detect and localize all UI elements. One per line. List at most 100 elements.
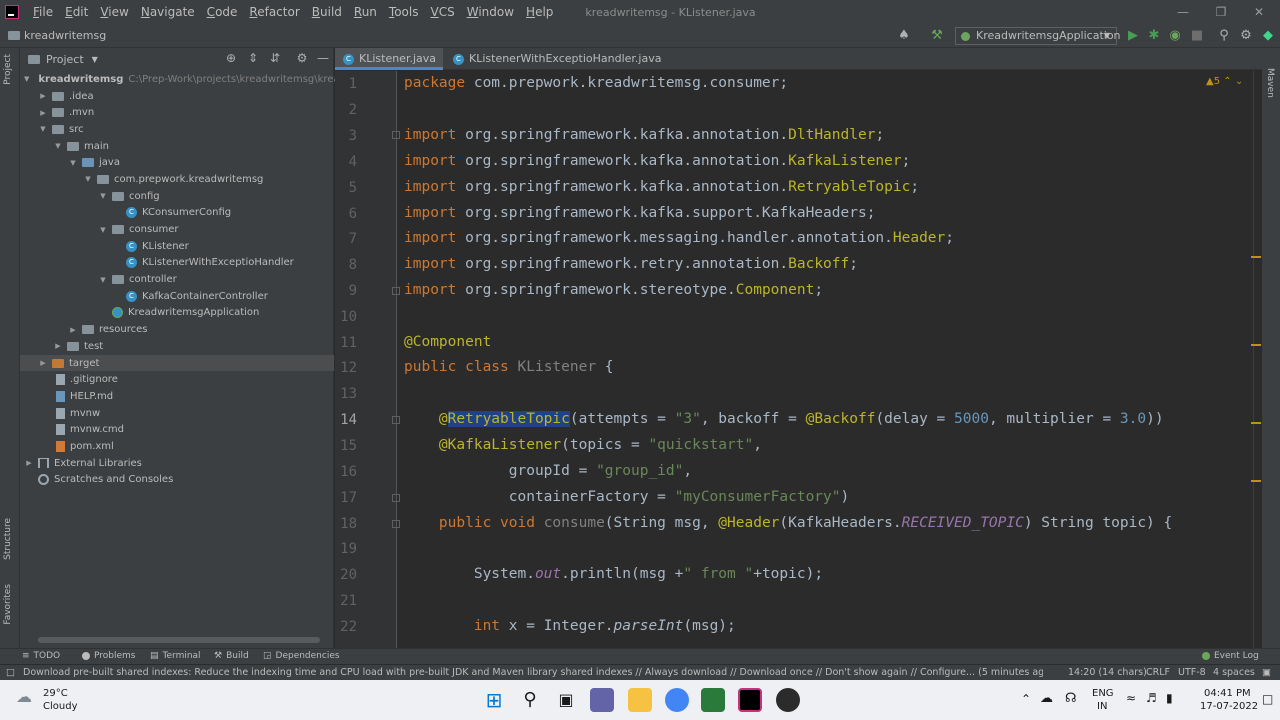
fold-marker-icon[interactable] bbox=[392, 416, 400, 424]
project-tool-tab[interactable]: Project bbox=[3, 54, 13, 85]
tree-item-application[interactable]: KreadwritemsgApplication bbox=[20, 305, 334, 322]
tree-item-mvnw[interactable]: mvnw bbox=[20, 405, 334, 422]
run-configuration-select[interactable]: KreadwritemsgApplication ▼ bbox=[955, 27, 1121, 45]
gear-icon[interactable]: ⚙ bbox=[295, 51, 309, 65]
terminal-app-icon[interactable] bbox=[701, 688, 725, 712]
collapsed-arrow-icon[interactable]: ▶ bbox=[38, 109, 48, 117]
coverage-icon[interactable]: ◉ bbox=[1167, 28, 1183, 44]
expanded-arrow-icon[interactable]: ▼ bbox=[83, 175, 93, 183]
expanded-arrow-icon[interactable]: ▼ bbox=[68, 159, 78, 167]
teams-chat-icon[interactable] bbox=[590, 688, 614, 712]
tree-item-config[interactable]: ▼ config bbox=[20, 188, 334, 205]
tree-item-kafkacontainercontroller[interactable]: C KafkaContainerController bbox=[20, 288, 334, 305]
microphone-icon[interactable]: ☊ bbox=[1065, 691, 1077, 706]
tree-item-external-libraries[interactable]: ▶ External Libraries bbox=[20, 455, 334, 472]
menu-tools[interactable]: Tools bbox=[383, 0, 425, 24]
maven-tool-tab[interactable]: Maven bbox=[1265, 68, 1275, 98]
notification-icon[interactable]: □ bbox=[1262, 692, 1273, 706]
collapsed-arrow-icon[interactable]: ▶ bbox=[38, 359, 48, 367]
chevron-down-icon[interactable]: ▼ bbox=[92, 55, 98, 64]
onedrive-cloud-icon[interactable]: ☁ bbox=[1040, 691, 1053, 706]
expanded-arrow-icon[interactable]: ▼ bbox=[98, 226, 108, 234]
todo-tab[interactable]: ≡ TODO bbox=[22, 651, 60, 661]
weather-description[interactable]: Cloudy bbox=[43, 701, 77, 712]
clock-time[interactable]: 04:41 PM bbox=[1204, 688, 1251, 699]
lock-icon[interactable]: ▣ bbox=[1262, 667, 1271, 678]
structure-tool-tab[interactable]: Structure bbox=[3, 518, 13, 560]
tree-item-java[interactable]: ▼ java bbox=[20, 154, 334, 171]
chevron-up-icon[interactable]: ⌃ bbox=[1021, 692, 1031, 706]
menu-vcs[interactable]: VCS bbox=[425, 0, 461, 24]
warning-marker[interactable] bbox=[1251, 256, 1261, 258]
menu-refactor[interactable]: Refactor bbox=[243, 0, 305, 24]
settings-gear-icon[interactable]: ⚙ bbox=[1238, 28, 1254, 44]
user-icon[interactable]: ♠ bbox=[896, 28, 912, 44]
tree-item-package[interactable]: ▼ com.prepwork.kreadwritemsg bbox=[20, 171, 334, 188]
warning-marker[interactable] bbox=[1251, 480, 1261, 482]
warning-marker[interactable] bbox=[1251, 422, 1261, 424]
wifi-icon[interactable]: ≈ bbox=[1126, 691, 1136, 705]
file-explorer-icon[interactable] bbox=[628, 688, 652, 712]
menu-build[interactable]: Build bbox=[306, 0, 348, 24]
menu-run[interactable]: Run bbox=[348, 0, 383, 24]
indent-setting[interactable]: 4 spaces bbox=[1213, 667, 1255, 678]
tree-item-test[interactable]: ▶ test bbox=[20, 338, 334, 355]
clock-date[interactable]: 17-07-2022 bbox=[1200, 701, 1258, 712]
tree-item-klistenerwithexceptiohandler[interactable]: C KListenerWithExceptioHandler bbox=[20, 255, 334, 272]
stop-icon[interactable]: ■ bbox=[1189, 28, 1205, 44]
maximize-icon[interactable]: ❐ bbox=[1202, 0, 1240, 24]
task-view-icon[interactable]: ▣ bbox=[554, 688, 578, 712]
github-desktop-icon[interactable] bbox=[776, 688, 800, 712]
menu-code[interactable]: Code bbox=[201, 0, 244, 24]
collapse-all-icon[interactable]: ⇵ bbox=[268, 51, 282, 65]
tab-klistenerwithexceptiohandler[interactable]: C KListenerWithExceptioHandler.java bbox=[445, 48, 661, 70]
run-icon[interactable]: ▶ bbox=[1125, 28, 1141, 44]
menu-help[interactable]: Help bbox=[520, 0, 559, 24]
line-separator[interactable]: CRLF bbox=[1146, 667, 1170, 678]
tree-item-pom-xml[interactable]: pom.xml bbox=[20, 438, 334, 455]
locate-icon[interactable]: ⊕ bbox=[224, 51, 238, 65]
language-indicator[interactable]: ENG bbox=[1092, 688, 1114, 699]
tree-item-idea[interactable]: ▶ .idea bbox=[20, 88, 334, 105]
fold-marker-icon[interactable] bbox=[392, 494, 400, 502]
menu-file[interactable]: File bbox=[27, 0, 59, 24]
favorites-tool-tab[interactable]: Favorites bbox=[3, 584, 13, 625]
breadcrumb[interactable]: kreadwritemsg bbox=[8, 29, 106, 42]
terminal-tab[interactable]: ▤ Terminal bbox=[150, 651, 201, 661]
menu-edit[interactable]: Edit bbox=[59, 0, 94, 24]
hammer-build-icon[interactable]: ⚒ bbox=[929, 28, 945, 44]
weather-temperature[interactable]: 29°C bbox=[43, 688, 68, 699]
debug-icon[interactable]: ✱ bbox=[1146, 28, 1162, 44]
event-log-tab[interactable]: Event Log bbox=[1202, 651, 1259, 661]
search-icon[interactable]: ⚲ bbox=[1216, 28, 1232, 44]
tree-item-consumer[interactable]: ▼ consumer bbox=[20, 221, 334, 238]
plugin-icon[interactable]: ◆ bbox=[1260, 28, 1276, 44]
collapsed-arrow-icon[interactable]: ▶ bbox=[53, 342, 63, 350]
tree-item-mvn[interactable]: ▶ .mvn bbox=[20, 104, 334, 121]
status-message[interactable]: Download pre-built shared indexes: Reduc… bbox=[23, 667, 1043, 678]
fold-marker-icon[interactable] bbox=[392, 520, 400, 528]
speaker-icon[interactable]: ♬ bbox=[1146, 691, 1157, 705]
chrome-icon[interactable] bbox=[665, 688, 689, 712]
menu-view[interactable]: View bbox=[94, 0, 134, 24]
tree-item-scratches[interactable]: Scratches and Consoles bbox=[20, 472, 334, 489]
warning-indicator[interactable]: ▲5 ⌃ ⌄ bbox=[1206, 76, 1243, 87]
battery-icon[interactable]: ▮ bbox=[1166, 691, 1173, 705]
minimize-icon[interactable]: — bbox=[1164, 0, 1202, 24]
close-icon[interactable]: ✕ bbox=[1240, 0, 1278, 24]
expanded-arrow-icon[interactable]: ▼ bbox=[38, 125, 48, 133]
expanded-arrow-icon[interactable]: ▼ bbox=[98, 192, 108, 200]
fold-marker-icon[interactable] bbox=[392, 287, 400, 295]
file-encoding[interactable]: UTF-8 bbox=[1178, 667, 1206, 678]
expanded-arrow-icon[interactable]: ▼ bbox=[98, 276, 108, 284]
collapsed-arrow-icon[interactable]: ▶ bbox=[68, 326, 78, 334]
status-window-icon[interactable]: □ bbox=[6, 667, 15, 678]
tree-item-kconsumerconfig[interactable]: C KConsumerConfig bbox=[20, 205, 334, 222]
windows-start-icon[interactable]: ⊞ bbox=[482, 688, 506, 712]
tree-item-klistener[interactable]: C KListener bbox=[20, 238, 334, 255]
menu-navigate[interactable]: Navigate bbox=[135, 0, 201, 24]
build-tab[interactable]: ⚒ Build bbox=[214, 651, 249, 661]
expanded-arrow-icon[interactable]: ▼ bbox=[53, 142, 63, 150]
caret-position[interactable]: 14:20 (14 chars) bbox=[1068, 667, 1147, 678]
tree-item-target[interactable]: ▶ target bbox=[20, 354, 334, 372]
